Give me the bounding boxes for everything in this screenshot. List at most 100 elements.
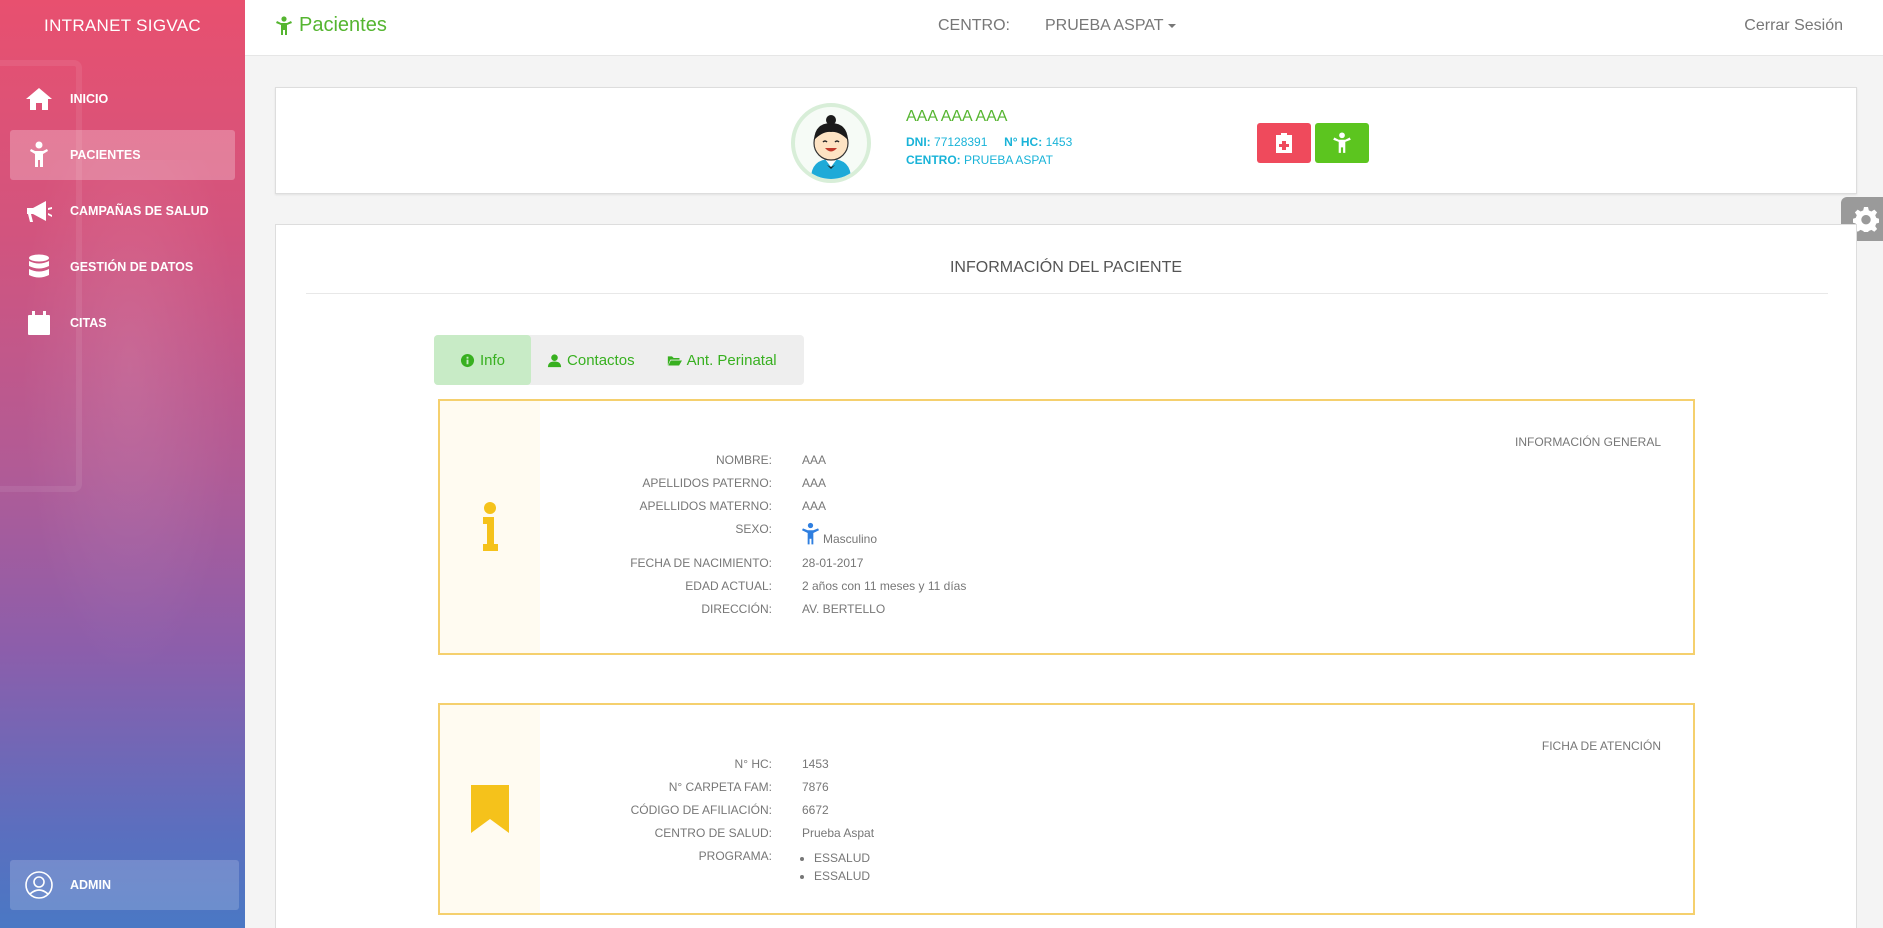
field-label: PROGRAMA: <box>698 849 772 863</box>
info-box-side <box>440 705 540 913</box>
divider <box>306 293 1828 294</box>
general-info-box: INFORMACIÓN GENERAL NOMBRE: AAA APELLIDO… <box>438 399 1695 655</box>
sidebar-item-gestion-datos[interactable]: GESTIÓN DE DATOS <box>10 242 235 292</box>
field-value: AAA <box>802 453 827 467</box>
centro-label: CENTRO: <box>906 153 961 167</box>
field-label: APELLIDOS MATERNO: <box>639 499 772 513</box>
sidebar-item-campanas[interactable]: CAMPAÑAS DE SALUD <box>10 186 235 236</box>
sidebar-item-inicio[interactable]: INICIO <box>10 74 235 124</box>
ficha-atencion-box: FICHA DE ATENCIÓN N° HC: 1453 N° CARPETA… <box>438 703 1695 915</box>
tab-contactos[interactable]: Contactos <box>531 335 651 385</box>
sidebar: INTRANET SIGVAC INICIO PACIENTES CAMPAÑA… <box>0 0 245 928</box>
ficha-row-programa: PROGRAMA: ESSALUD ESSALUD <box>540 849 870 885</box>
field-label: SEXO: <box>735 522 772 536</box>
info-box-side <box>440 401 540 653</box>
field-label: N° HC: <box>734 757 772 771</box>
centro-dropdown[interactable]: PRUEBA ASPAT <box>1045 17 1176 35</box>
sidebar-nav: INICIO PACIENTES CAMPAÑAS DE SALUD GESTI… <box>0 74 245 348</box>
sidebar-item-label: GESTIÓN DE DATOS <box>70 260 194 274</box>
field-value: AAA <box>802 499 827 513</box>
home-icon <box>24 84 54 114</box>
info-row-direccion: DIRECCIÓN: AV. BERTELLO <box>540 602 885 616</box>
sidebar-item-label: PACIENTES <box>70 148 141 162</box>
tab-label: Ant. Perinatal <box>686 351 777 369</box>
dni-value: 77128391 <box>934 135 988 149</box>
patient-tabs: Info Contactos Ant. Perinatal <box>434 335 804 385</box>
tab-ant-perinatal[interactable]: Ant. Perinatal <box>651 335 793 385</box>
info-row-edad: EDAD ACTUAL: 2 años con 11 meses y 11 dí… <box>540 579 966 593</box>
info-row-fecha-nacimiento: FECHA DE NACIMIENTO: 28-01-2017 <box>540 556 863 570</box>
field-label: NOMBRE: <box>715 453 772 467</box>
tab-label: Info <box>480 351 506 369</box>
sidebar-item-label: CAMPAÑAS DE SALUD <box>70 204 209 218</box>
user-icon <box>547 353 562 367</box>
hc-label: N° HC: <box>1004 135 1043 149</box>
field-label: APELLIDOS PATERNO: <box>642 476 772 490</box>
clipboard-plus-icon <box>1276 133 1292 153</box>
user-menu[interactable]: ADMIN <box>10 860 239 910</box>
info-icon <box>483 502 498 551</box>
field-value: 1453 <box>802 757 829 771</box>
patient-profile-button[interactable] <box>1315 123 1369 163</box>
field-value: Prueba Aspat <box>802 826 875 840</box>
bookmark-icon <box>471 785 509 833</box>
info-row-nombre: NOMBRE: AAA <box>540 453 826 467</box>
folder-open-icon <box>667 355 682 365</box>
sidebar-item-label: INICIO <box>70 92 109 106</box>
logout-link[interactable]: Cerrar Sesión <box>1744 17 1843 35</box>
patient-avatar <box>791 103 871 183</box>
child-icon <box>276 15 292 35</box>
field-value: Masculino <box>802 522 877 546</box>
child-icon <box>24 140 54 170</box>
field-label: CÓDIGO DE AFILIACIÓN: <box>630 803 772 817</box>
sidebar-item-citas[interactable]: CITAS <box>10 298 235 348</box>
box-heading: FICHA DE ATENCIÓN <box>1541 739 1661 753</box>
app-brand[interactable]: INTRANET SIGVAC <box>0 0 245 52</box>
hc-value: 1453 <box>1045 135 1073 149</box>
centro-dropdown-value: PRUEBA ASPAT <box>1045 17 1164 34</box>
ficha-row-centro-salud: CENTRO DE SALUD: Prueba Aspat <box>540 826 874 840</box>
info-row-sexo: SEXO: Masculino <box>540 522 877 546</box>
programa-list: ESSALUD ESSALUD <box>802 849 870 885</box>
field-value: 2 años con 11 meses y 11 días <box>802 579 967 593</box>
field-value: 6672 <box>802 803 829 817</box>
box-heading: INFORMACIÓN GENERAL <box>1514 435 1661 449</box>
field-label: EDAD ACTUAL: <box>685 579 772 593</box>
field-value: AAA <box>802 476 827 490</box>
tab-info[interactable]: Info <box>434 335 532 385</box>
info-row-apellido-materno: APELLIDOS MATERNO: AAA <box>540 499 827 513</box>
centro-value: PRUEBA ASPAT <box>964 153 1053 167</box>
field-value: AV. BERTELLO <box>802 602 886 616</box>
field-label: FECHA DE NACIMIENTO: <box>630 556 772 570</box>
ficha-row-carpeta: N° CARPETA FAM: 7876 <box>540 780 829 794</box>
calendar-icon <box>24 308 54 338</box>
sidebar-item-pacientes[interactable]: PACIENTES <box>10 130 235 180</box>
child-icon <box>1333 132 1351 153</box>
field-value: 7876 <box>802 780 829 794</box>
ficha-row-hc: N° HC: 1453 <box>540 757 829 771</box>
megaphone-icon <box>24 196 54 226</box>
sexo-value: Masculino <box>823 532 878 546</box>
dni-label: DNI: <box>906 135 931 149</box>
list-item: ESSALUD <box>814 867 870 885</box>
patient-ids: DNI: 77128391 N° HC: 1453 <box>906 135 1072 149</box>
page-title: Pacientes <box>275 14 387 37</box>
info-circle-icon <box>460 353 475 367</box>
field-label: DIRECCIÓN: <box>701 602 772 616</box>
list-item: ESSALUD <box>814 849 870 867</box>
field-label: N° CARPETA FAM: <box>668 780 772 794</box>
centro-label: CENTRO: <box>938 17 1010 34</box>
patient-info-panel: INFORMACIÓN DEL PACIENTE Info Contactos … <box>275 224 1857 928</box>
field-label: CENTRO DE SALUD: <box>654 826 772 840</box>
medical-record-button[interactable] <box>1257 123 1311 163</box>
database-icon <box>24 252 54 282</box>
patient-summary-card: AAA AAA AAA DNI: 77128391 N° HC: 1453 CE… <box>275 87 1857 194</box>
user-circle-icon <box>24 870 54 900</box>
top-bar: Pacientes CENTRO: PRUEBA ASPAT Cerrar Se… <box>245 0 1883 56</box>
patient-centro: CENTRO: PRUEBA ASPAT <box>906 153 1053 167</box>
field-value: 28-01-2017 <box>802 556 864 570</box>
page-title-text: Pacientes <box>299 14 387 36</box>
male-child-icon <box>802 522 819 545</box>
patient-name: AAA AAA AAA <box>906 108 1008 125</box>
section-title: INFORMACIÓN DEL PACIENTE <box>949 259 1183 276</box>
